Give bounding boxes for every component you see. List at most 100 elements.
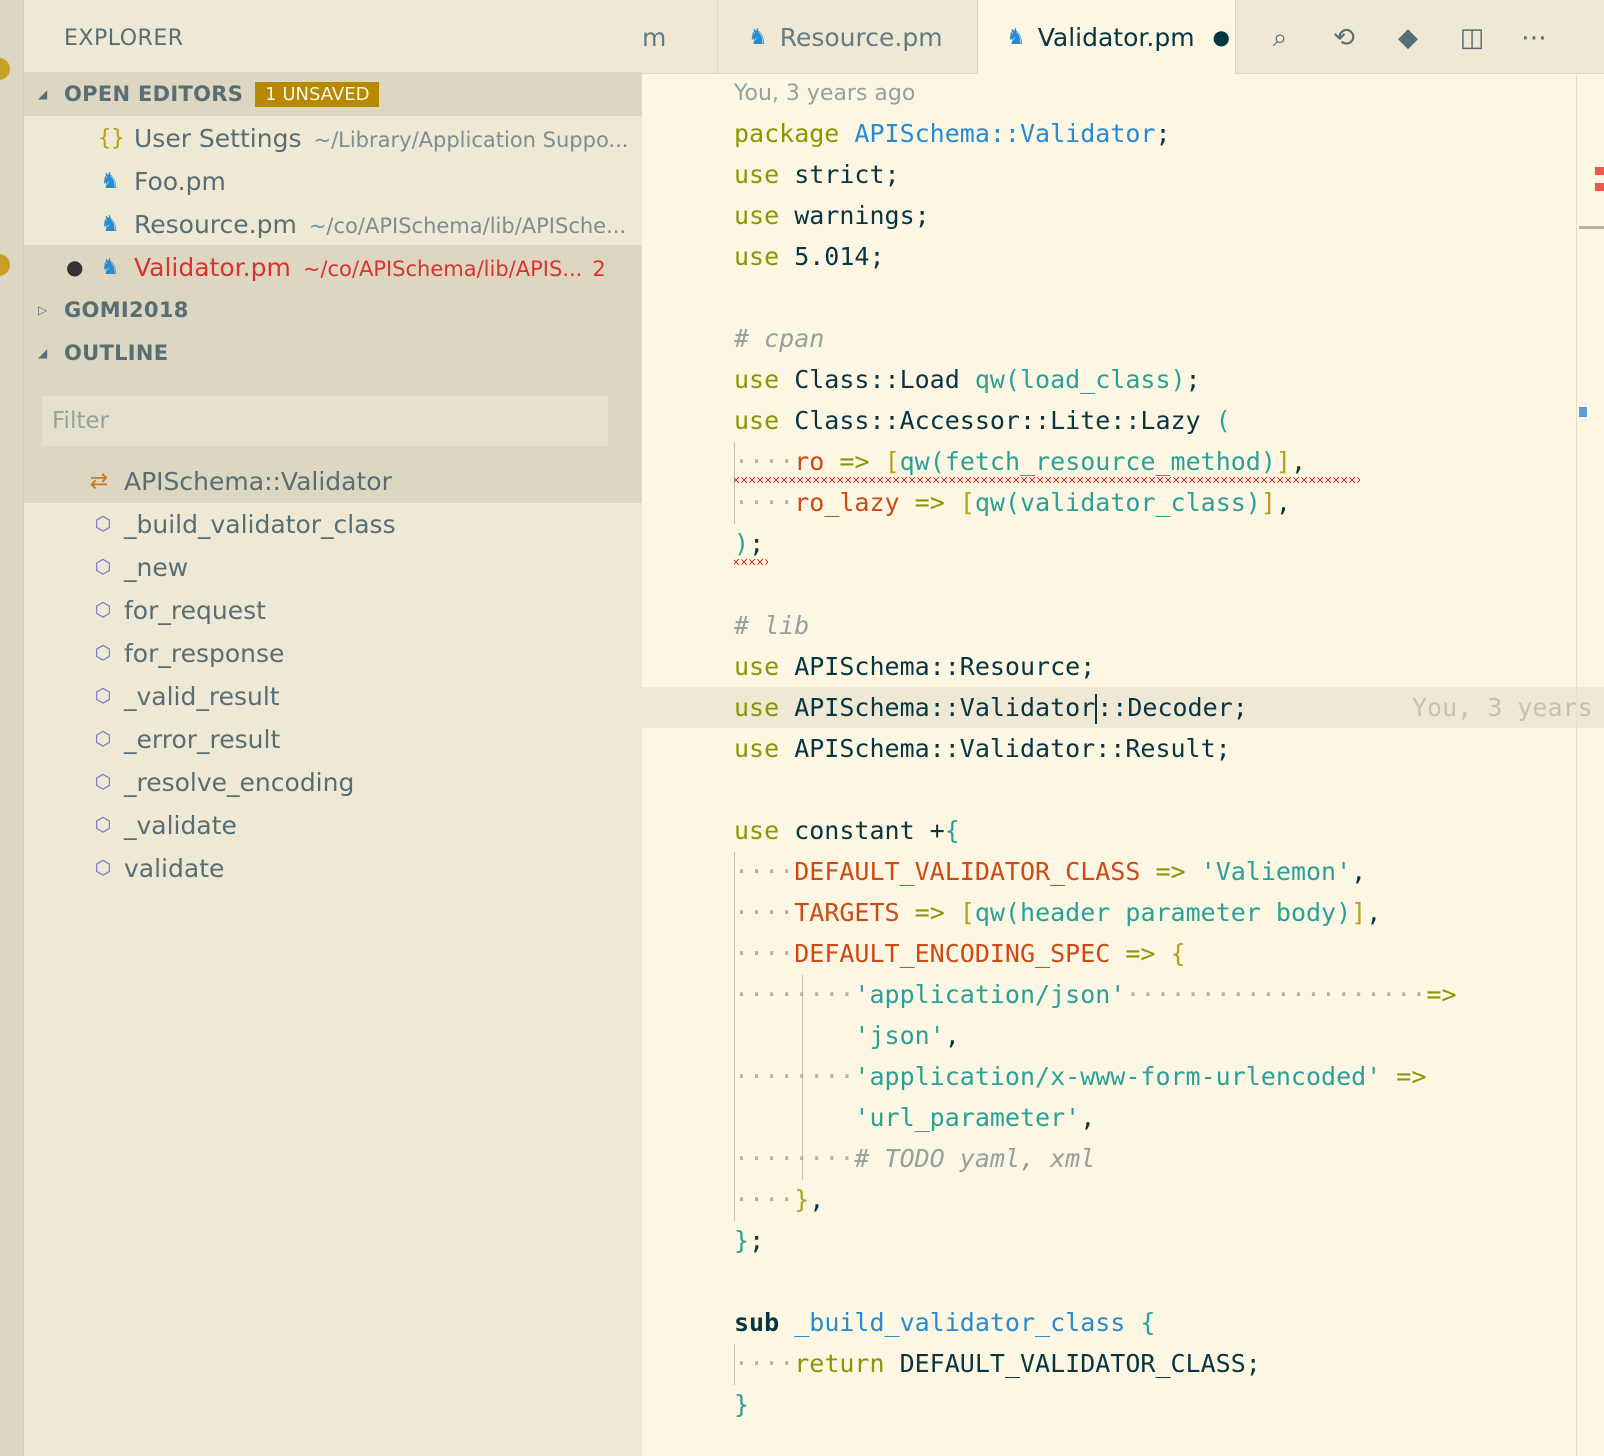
code-line: ········'application/x-www-form-urlencod… bbox=[734, 1062, 1427, 1091]
gomi-header[interactable]: ▷ GOMI2018 bbox=[24, 288, 642, 332]
outline-item-label: _new bbox=[124, 552, 189, 582]
method-cube-icon: ⬡ bbox=[94, 599, 112, 621]
editor-file-name: Resource.pm bbox=[134, 209, 297, 239]
modified-dot-icon[interactable]: ● bbox=[66, 255, 83, 279]
outline-header[interactable]: ◢ OUTLINE bbox=[24, 331, 642, 375]
outline-item-label: _error_result bbox=[124, 724, 281, 754]
filter-input[interactable]: Filter bbox=[42, 396, 608, 446]
gomi-label: GOMI2018 bbox=[64, 298, 189, 322]
outline-item[interactable]: ⬡ _valid_result bbox=[24, 674, 642, 718]
open-editor-foo[interactable]: ♞ Foo.pm bbox=[24, 159, 642, 203]
tab-bar: m ♞ Resource.pm ♞ Validator.pm ● ⌕ ⟲ ◆ ◫… bbox=[642, 0, 1604, 74]
git-compare-icon[interactable]: ◆ bbox=[1390, 20, 1426, 56]
code-line: ····ro_lazy => [qw(validator_class)], bbox=[734, 488, 1291, 517]
code-line: ········# TODO yaml, xml bbox=[734, 1144, 1096, 1173]
code-line: ····}, bbox=[734, 1185, 825, 1214]
camel-icon: ♞ bbox=[1006, 24, 1026, 50]
editor-file-path: ~/co/APISchema/lib/APIS... bbox=[302, 256, 583, 281]
scroll-thumb[interactable] bbox=[1579, 226, 1604, 229]
outline-item[interactable]: ⬡ validate bbox=[24, 846, 642, 890]
camel-icon: ♞ bbox=[100, 254, 120, 280]
outline-item[interactable]: ⬡ for_request bbox=[24, 588, 642, 632]
open-editor-user-settings[interactable]: {} User Settings ~/Library/Application Su… bbox=[24, 116, 642, 160]
error-marker bbox=[1595, 183, 1604, 191]
open-changes-icon[interactable]: ⌕ bbox=[1262, 20, 1298, 56]
unsaved-badge: 1 UNSAVED bbox=[255, 81, 380, 107]
method-cube-icon: ⬡ bbox=[94, 556, 112, 578]
outline-item[interactable]: ⬡ for_response bbox=[24, 631, 642, 675]
package-icon: ⇄ bbox=[89, 468, 109, 494]
camel-icon: ♞ bbox=[100, 168, 120, 194]
outline-item[interactable]: ⬡ _error_result bbox=[24, 717, 642, 761]
error-squiggle[interactable] bbox=[734, 559, 768, 565]
method-cube-icon: ⬡ bbox=[94, 513, 112, 535]
code-line: use constant +{ bbox=[734, 816, 960, 845]
error-marker bbox=[1595, 167, 1604, 175]
inline-blame: You, 3 years bbox=[1412, 693, 1593, 722]
outline-item-label: _resolve_encoding bbox=[124, 767, 355, 797]
outline-item-label: for_response bbox=[124, 638, 285, 668]
toggle-blame-icon[interactable]: ⟲ bbox=[1326, 20, 1362, 56]
tab-validator[interactable]: ♞ Validator.pm ● bbox=[978, 0, 1236, 74]
code-editor[interactable]: You, 3 years ago package APISchema::Vali… bbox=[642, 75, 1604, 1456]
outline-item-label: APISchema::Validator bbox=[124, 466, 392, 496]
code-line: ····DEFAULT_ENCODING_SPEC => { bbox=[734, 939, 1186, 968]
tab-label: m bbox=[642, 22, 667, 52]
split-editor-icon[interactable]: ◫ bbox=[1454, 20, 1490, 56]
code-line: use 5.014; bbox=[734, 242, 885, 271]
code-line: 'json', bbox=[854, 1021, 960, 1050]
open-editors-label: OPEN EDITORS bbox=[64, 82, 244, 106]
outline-item-label: _valid_result bbox=[124, 681, 280, 711]
outline-item[interactable]: ⬡ _new bbox=[24, 545, 642, 589]
cursor-marker bbox=[1579, 407, 1587, 417]
camel-icon: ♞ bbox=[100, 211, 120, 237]
editor-file-path: ~/co/APISchema/lib/APISche... bbox=[308, 213, 627, 238]
sidebar: EXPLORER ◢ OPEN EDITORS 1 UNSAVED {} Use… bbox=[24, 0, 642, 1456]
editor-file-name: Validator.pm bbox=[134, 252, 291, 282]
open-editors-header[interactable]: ◢ OPEN EDITORS 1 UNSAVED bbox=[24, 72, 642, 116]
chevron-down-icon: ◢ bbox=[38, 346, 48, 360]
code-line: ····ro => [qw(fetch_resource_method)], bbox=[734, 447, 1307, 476]
more-actions-icon[interactable]: ⋯ bbox=[1516, 20, 1552, 56]
method-cube-icon: ⬡ bbox=[94, 728, 112, 750]
error-count: 2 bbox=[592, 256, 606, 281]
code-line: use Class::Accessor::Lite::Lazy ( bbox=[734, 406, 1231, 435]
outline-item-label: for_request bbox=[124, 595, 266, 625]
editor-file-name: User Settings bbox=[134, 123, 302, 153]
editor-file-name: Foo.pm bbox=[134, 166, 226, 196]
method-cube-icon: ⬡ bbox=[94, 771, 112, 793]
outline-label: OUTLINE bbox=[64, 341, 169, 365]
braces-icon: {} bbox=[98, 125, 125, 151]
code-line: use APISchema::Validator::Result; bbox=[734, 734, 1231, 763]
outline-item[interactable]: ⬡ _validate bbox=[24, 803, 642, 847]
activity-badge bbox=[0, 254, 10, 276]
method-cube-icon: ⬡ bbox=[94, 642, 112, 664]
chevron-right-icon: ▷ bbox=[38, 303, 48, 317]
method-cube-icon: ⬡ bbox=[94, 814, 112, 836]
code-line: use Class::Load qw(load_class); bbox=[734, 365, 1201, 394]
outline-item-label: _validate bbox=[124, 810, 237, 840]
outline-item-label: _build_validator_class bbox=[124, 509, 396, 539]
code-line: ········'application/json'··············… bbox=[734, 980, 1457, 1009]
outline-item[interactable]: ⇄ APISchema::Validator bbox=[24, 459, 642, 503]
code-line: ); bbox=[734, 529, 765, 558]
tab-truncated[interactable]: m bbox=[642, 0, 718, 74]
tab-label: Validator.pm bbox=[1037, 22, 1195, 52]
method-cube-icon: ⬡ bbox=[94, 685, 112, 707]
code-line: ····DEFAULT_VALIDATOR_CLASS => 'Valiemon… bbox=[734, 857, 1367, 886]
open-editor-resource[interactable]: ♞ Resource.pm ~/co/APISchema/lib/APISche.… bbox=[24, 202, 642, 246]
open-editor-validator[interactable]: ● ♞ Validator.pm ~/co/APISchema/lib/APIS.… bbox=[24, 245, 642, 289]
code-line: package APISchema::Validator; bbox=[734, 119, 1171, 148]
overview-ruler[interactable] bbox=[1576, 75, 1604, 1456]
code-line: sub _build_validator_class { bbox=[734, 1308, 1156, 1337]
modified-dot-icon[interactable]: ● bbox=[1213, 25, 1230, 49]
code-line: } bbox=[734, 1390, 750, 1419]
code-line: # lib bbox=[734, 611, 810, 640]
tab-resource[interactable]: ♞ Resource.pm bbox=[718, 0, 978, 74]
code-line: use APISchema::Validator::Decoder; bbox=[734, 693, 1248, 724]
outline-item[interactable]: ⬡ _build_validator_class bbox=[24, 502, 642, 546]
tab-label: Resource.pm bbox=[779, 22, 943, 52]
codelens-blame[interactable]: You, 3 years ago bbox=[734, 81, 915, 106]
outline-item[interactable]: ⬡ _resolve_encoding bbox=[24, 760, 642, 804]
activity-badge bbox=[0, 58, 10, 80]
